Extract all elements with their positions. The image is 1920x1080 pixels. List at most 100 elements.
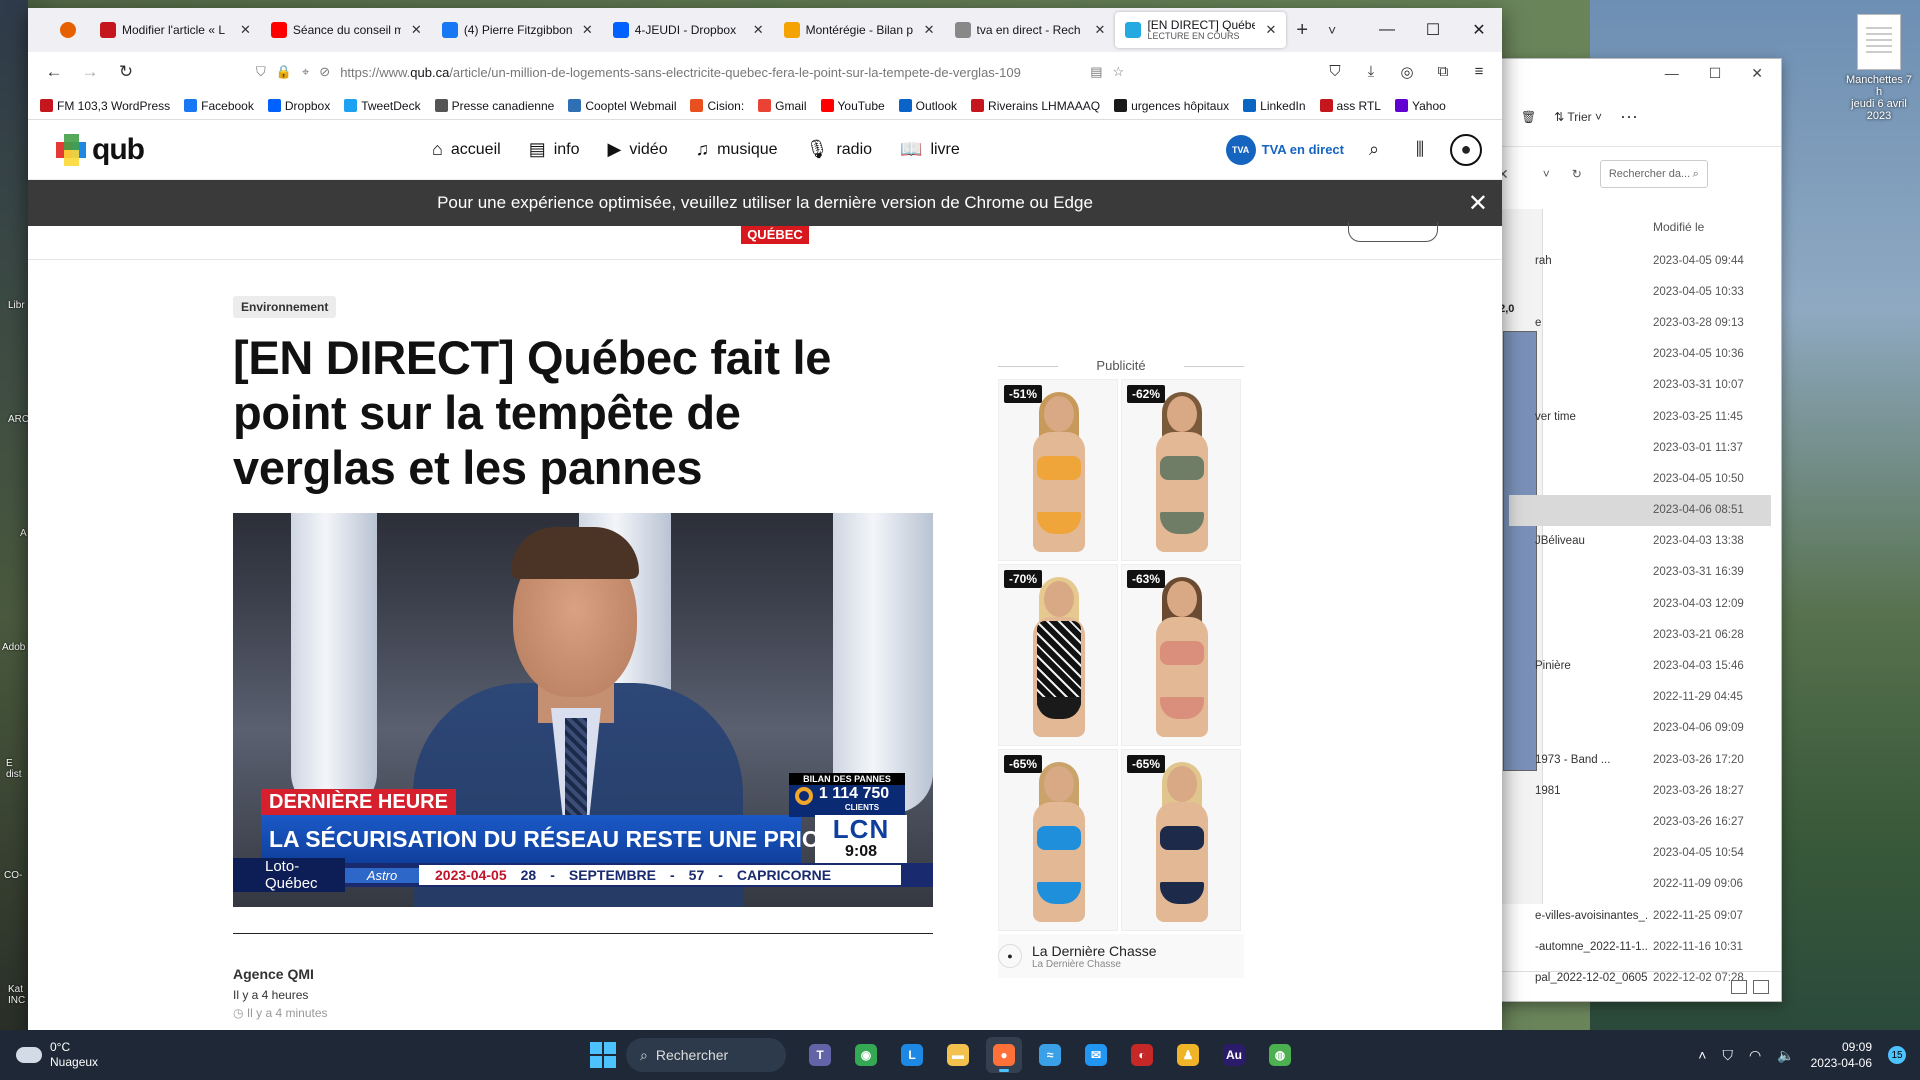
close-tab-icon[interactable]: ✕ (753, 22, 764, 38)
pocket-icon[interactable]: ⛉ (1322, 63, 1348, 81)
file-row[interactable]: 2023-04-03 12:09 (1509, 588, 1771, 619)
back-icon[interactable]: ← (38, 56, 70, 88)
author[interactable]: Agence QMI (233, 966, 933, 982)
file-row[interactable]: 2023-03-31 10:07 (1509, 370, 1771, 401)
minimize-icon[interactable]: — (1665, 65, 1679, 81)
bookmark-item[interactable]: TweetDeck (344, 99, 421, 113)
account-icon[interactable]: ◎ (1394, 63, 1420, 81)
lock-icon[interactable]: 🔒 (276, 64, 292, 80)
taskbar-app[interactable]: T (802, 1037, 838, 1073)
volume-icon[interactable]: 🔈 (1777, 1047, 1794, 1064)
close-icon[interactable]: ✕ (1456, 8, 1502, 52)
file-row[interactable]: 2023-04-06 08:51 (1509, 494, 1771, 526)
ad-product[interactable]: -65% (1121, 749, 1241, 931)
browser-tab[interactable] (46, 12, 90, 48)
desktop-icon-label[interactable]: Adob (2, 642, 25, 653)
file-row[interactable]: e-villes-avoisinantes_... 2022-11-25 09:0… (1509, 900, 1771, 931)
taskbar-app[interactable]: ◉ (848, 1037, 884, 1073)
bookmark-item[interactable]: Facebook (184, 99, 254, 113)
file-row[interactable]: 2023-03-31 16:39 (1509, 557, 1771, 588)
ad-product[interactable]: -70% (998, 564, 1118, 746)
nav-radio[interactable]: 🎙 radio (806, 139, 872, 160)
sort-button[interactable]: ⇅ Trier ˅ (1554, 110, 1602, 124)
file-row[interactable]: 2023-03-26 16:27 (1509, 806, 1771, 837)
browser-tab[interactable]: tva en direct - Rech ✕ (945, 12, 1116, 48)
search-icon[interactable]: ⌕ (1358, 134, 1390, 166)
desktop-icon-label[interactable]: CO- (4, 870, 22, 881)
close-tab-icon[interactable]: ✕ (1095, 22, 1106, 38)
bookmark-item[interactable]: Gmail (758, 99, 807, 113)
chevron-up-icon[interactable]: ˄ (1698, 1047, 1706, 1063)
close-icon[interactable]: ✕ (1751, 65, 1763, 82)
windows-start-icon[interactable] (590, 1042, 616, 1068)
bookmark-item[interactable]: Cooptel Webmail (568, 99, 676, 113)
browser-tab[interactable]: Montérégie - Bilan p ✕ (774, 12, 945, 48)
taskbar-app[interactable]: Au (1216, 1037, 1252, 1073)
ad-product[interactable]: -62% (1121, 379, 1241, 561)
clock[interactable]: 09:09 2023-04-06 (1811, 1039, 1872, 1071)
file-row[interactable]: 1973 - Band ... 2023-03-26 17:20 (1509, 744, 1771, 775)
subheader-button[interactable] (1348, 222, 1438, 242)
desktop-icon-label[interactable]: Libr (8, 300, 25, 311)
taskbar-app[interactable]: ♟ (1170, 1037, 1206, 1073)
maximize-icon[interactable]: ☐ (1709, 65, 1722, 82)
video-player[interactable]: DERNIÈRE HEURE LA SÉCURISATION DU RÉSEAU… (233, 513, 933, 907)
taskbar-app[interactable]: ▬ (940, 1037, 976, 1073)
delete-icon[interactable]: 🗑 (1521, 110, 1536, 124)
file-row[interactable]: 2023-04-05 10:54 (1509, 838, 1771, 869)
bookmark-item[interactable]: Presse canadienne (434, 99, 554, 113)
ad-product[interactable]: -63% (1121, 564, 1241, 746)
bookmark-item[interactable]: Riverains LHMAAAQ (971, 99, 1100, 113)
weather-widget[interactable]: 0°C Nuageux (16, 1040, 98, 1070)
forward-icon[interactable]: → (74, 56, 106, 88)
browser-tab[interactable]: (4) Pierre Fitzgibbon ✕ (432, 12, 603, 48)
file-row[interactable]: -automne_2022-11-1... 2022-11-16 10:31 (1509, 931, 1771, 962)
desktop-icon-label[interactable]: Kat INC (8, 984, 30, 1006)
browser-tab[interactable]: Séance du conseil m ✕ (261, 12, 432, 48)
library-icon[interactable]: ⫼ (1404, 134, 1436, 166)
column-header-modified[interactable]: Modifié le (1509, 209, 1771, 245)
url-bar[interactable]: ⛉ 🔒 ⌖ ⊘ https://www.qub.ca/article/un-mi… (246, 56, 1186, 88)
chevron-down-icon[interactable]: ˅ (1543, 167, 1550, 181)
nav-accueil[interactable]: ⌂ accueil (432, 139, 501, 160)
nav-vidéo[interactable]: ▶ vidéo (608, 139, 668, 160)
file-row[interactable]: 2023-04-05 10:50 (1509, 463, 1771, 494)
shield-icon[interactable]: ⛉ (256, 64, 266, 80)
ad-product[interactable]: -65% (998, 749, 1118, 931)
nav-info[interactable]: ▤ info (529, 139, 580, 160)
file-row[interactable]: e 2023-03-28 09:13 (1509, 307, 1771, 338)
user-account-icon[interactable]: ● (1450, 133, 1482, 166)
category-tag[interactable]: Environnement (233, 296, 337, 318)
bookmark-item[interactable]: YouTube (820, 99, 885, 113)
file-explorer-window[interactable]: — ☐ ✕ 🗑 ⇅ Trier ˅ ··· ✕ ˅ ↻ Rechercher d… (1490, 58, 1782, 1002)
security-icon[interactable]: ⛉ (1722, 1047, 1733, 1064)
tva-live-link[interactable]: TVA TVA en direct (1225, 134, 1344, 165)
close-icon[interactable]: ✕ (1468, 189, 1488, 218)
taskbar-app[interactable]: ◍ (1262, 1037, 1298, 1073)
ad-advertiser[interactable]: ● La Dernière Chasse La Dernière Chasse (998, 934, 1244, 978)
desktop-icon-label[interactable]: ARC (8, 414, 29, 425)
browser-tab[interactable]: 4-JEUDI - Dropbox ✕ (603, 12, 774, 48)
file-row[interactable]: 2023-03-01 11:37 (1509, 432, 1771, 463)
file-row[interactable]: 2023-04-06 09:09 (1509, 713, 1771, 744)
taskbar-app[interactable]: ● (986, 1037, 1022, 1073)
bookmark-item[interactable]: ass RTL (1319, 99, 1381, 113)
browser-tab[interactable]: Modifier l'article « L ✕ (90, 12, 261, 48)
close-tab-icon[interactable]: ✕ (240, 22, 251, 38)
details-view-icon[interactable] (1731, 979, 1747, 994)
journal-logo[interactable]: QUÉBEC (741, 226, 809, 244)
file-row[interactable]: ver time 2023-03-25 11:45 (1509, 401, 1771, 432)
extensions-icon[interactable]: ⧉ (1430, 63, 1456, 81)
notification-badge[interactable]: 15 (1888, 1046, 1906, 1064)
taskbar-app[interactable]: ✉ (1078, 1037, 1114, 1073)
file-row[interactable]: JBéliveau 2023-04-03 13:38 (1509, 526, 1771, 557)
qub-logo[interactable]: qub (56, 133, 145, 167)
file-row[interactable]: rah 2023-04-05 09:44 (1509, 245, 1771, 276)
close-tab-icon[interactable]: ✕ (924, 22, 935, 38)
reader-view-icon[interactable]: ▤ (1090, 64, 1102, 80)
bookmark-item[interactable]: LinkedIn (1243, 99, 1306, 113)
bookmark-item[interactable]: Dropbox (267, 99, 330, 113)
taskbar-app[interactable]: ≈ (1032, 1037, 1068, 1073)
file-row[interactable]: 2023-03-21 06:28 (1509, 619, 1771, 650)
bookmark-item[interactable]: Yahoo (1394, 99, 1446, 113)
